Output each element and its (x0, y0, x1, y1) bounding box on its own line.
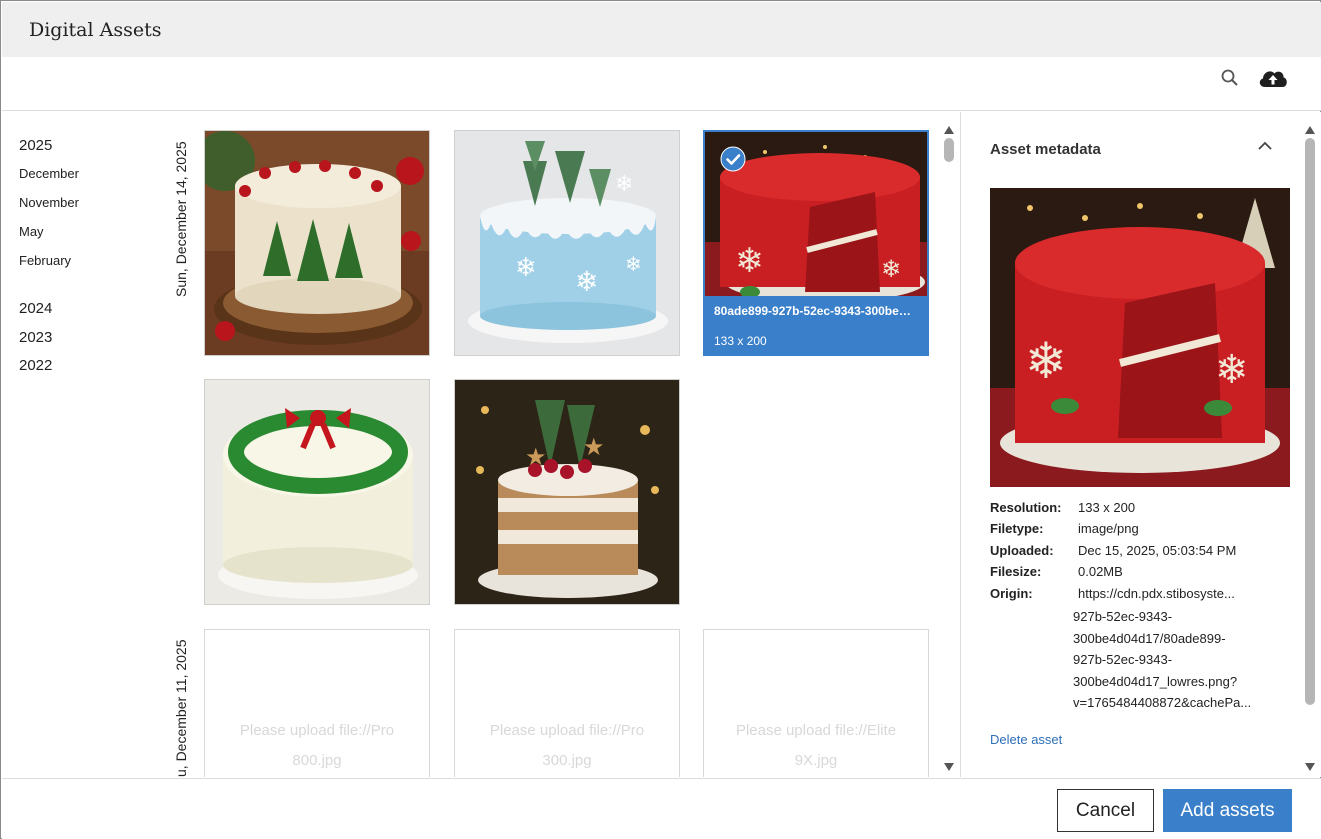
cancel-button[interactable]: Cancel (1057, 789, 1154, 832)
svg-text:❄: ❄ (735, 241, 764, 281)
placeholder-line-2: 800.jpg (292, 752, 342, 769)
add-assets-button[interactable]: Add assets (1163, 789, 1292, 832)
metadata-key: Filesize: (990, 564, 1042, 579)
origin-line: 300be4d04d17/80ade899- (1073, 630, 1226, 646)
metadata-value: Dec 15, 2025, 05:03:54 PM (1078, 543, 1237, 558)
scroll-up-arrow-icon[interactable] (944, 121, 954, 134)
placeholder-line-1: Please upload file://Elite (735, 722, 897, 739)
origin-line: v=1765484408872&cachePa... (1073, 695, 1252, 710)
metadata-value: image/png (1078, 521, 1139, 536)
scroll-down-arrow-icon[interactable] (1305, 758, 1315, 771)
selected-asset-caption: 80ade899-927b-52ec-9343-300be4... 133 x … (705, 296, 927, 354)
metadata-value: 133 x 200 (1078, 500, 1136, 515)
selected-asset-name: 80ade899-927b-52ec-9343-300be4... (714, 304, 914, 318)
asset-metadata-panel: Asset metadata ❄ ❄ Resolution: 133 x 200… (960, 112, 1321, 777)
origin-line: 927b-52ec-9343- (1073, 652, 1173, 667)
timeline-month-november[interactable]: November (19, 195, 79, 210)
grid-scrollbar[interactable] (941, 112, 957, 777)
metadata-origin-continued: 927b-52ec-9343- 300be4d04d17/80ade899- 9… (1073, 606, 1251, 714)
metadata-preview-image: ❄ ❄ (990, 188, 1290, 487)
asset-grid: Sun, December 14, 2025 ❄ ❄ ❄ ❄ ❄ ❄ 80ade… (162, 112, 960, 777)
asset-thumbnail-selected[interactable]: ❄ ❄ 80ade899-927b-52ec-9343-300be4... 13… (703, 130, 929, 356)
placeholder-line-2: 300.jpg (542, 752, 592, 769)
metadata-value: https://cdn.pdx.stibosyste... (1078, 586, 1235, 601)
scroll-down-arrow-icon[interactable] (944, 758, 954, 771)
missing-asset-placeholder[interactable]: Please upload file://Pro 300.jpg (454, 629, 680, 777)
placeholder-text: Please upload file://Pro 800.jpg (205, 716, 429, 776)
metadata-key: Origin: (990, 586, 1033, 601)
dialog-title: Digital Assets (29, 19, 162, 41)
toolbar (2, 57, 1321, 111)
svg-text:❄: ❄ (881, 255, 901, 283)
group-date-label: Sun, December 14, 2025 (173, 141, 189, 297)
placeholder-text: Please upload file://Elite 9X.jpg (704, 716, 928, 776)
timeline-month-february[interactable]: February (19, 253, 71, 268)
search-icon[interactable] (1218, 66, 1242, 90)
timeline-year-2024[interactable]: 2024 (19, 300, 52, 317)
selected-asset-dimensions: 133 x 200 (714, 334, 767, 348)
svg-text:❄: ❄ (515, 253, 537, 283)
origin-line: 927b-52ec-9343- (1073, 609, 1173, 624)
scroll-up-arrow-icon[interactable] (1305, 121, 1315, 134)
title-bar: Digital Assets (2, 2, 1321, 57)
asset-thumbnail[interactable] (204, 379, 430, 605)
group-date-label: u, December 11, 2025 (173, 639, 189, 778)
svg-text:❄: ❄ (615, 172, 633, 197)
cloud-upload-icon[interactable] (1256, 63, 1290, 93)
timeline-year-2022[interactable]: 2022 (19, 357, 52, 374)
digital-assets-dialog: Digital Assets 2025 December November Ma… (0, 0, 1321, 839)
svg-text:★: ★ (583, 433, 605, 461)
missing-asset-placeholder[interactable]: Please upload file://Elite 9X.jpg (703, 629, 929, 777)
asset-thumbnail[interactable] (204, 130, 430, 356)
date-timeline: 2025 December November May February 2024… (2, 112, 162, 777)
metadata-value: 0.02MB (1078, 564, 1123, 579)
svg-text:❄: ❄ (575, 265, 598, 298)
timeline-month-december[interactable]: December (19, 166, 79, 181)
asset-thumbnail[interactable]: ★ ★ (454, 379, 680, 605)
dialog-footer: Cancel Add assets (2, 778, 1321, 839)
metadata-key: Filetype: (990, 521, 1044, 536)
svg-text:★: ★ (525, 443, 547, 471)
missing-asset-placeholder[interactable]: Please upload file://Pro 800.jpg (204, 629, 430, 777)
placeholder-line-2: 9X.jpg (794, 752, 838, 769)
svg-text:❄: ❄ (1215, 347, 1249, 393)
placeholder-line-1: Please upload file://Pro (489, 722, 645, 739)
metadata-title: Asset metadata (990, 141, 1101, 158)
metadata-key: Resolution: (990, 500, 1062, 515)
metadata-scrollbar[interactable] (1302, 112, 1318, 777)
grid-scroll-thumb[interactable] (944, 138, 954, 162)
svg-text:❄: ❄ (625, 252, 642, 276)
svg-text:❄: ❄ (1025, 332, 1067, 390)
timeline-year-2023[interactable]: 2023 (19, 329, 52, 346)
metadata-scroll-thumb[interactable] (1305, 138, 1315, 705)
asset-thumbnail[interactable]: ❄ ❄ ❄ ❄ (454, 130, 680, 356)
origin-line: 300be4d04d17_lowres.png? (1073, 673, 1238, 689)
selected-check-icon (720, 146, 746, 172)
placeholder-line-1: Please upload file://Pro (239, 722, 395, 739)
delete-asset-link[interactable]: Delete asset (990, 732, 1062, 747)
placeholder-text: Please upload file://Pro 300.jpg (455, 716, 679, 776)
metadata-key: Uploaded: (990, 543, 1054, 558)
timeline-month-may[interactable]: May (19, 224, 44, 239)
timeline-year-2025[interactable]: 2025 (19, 137, 52, 154)
chevron-up-icon[interactable] (1255, 136, 1275, 156)
